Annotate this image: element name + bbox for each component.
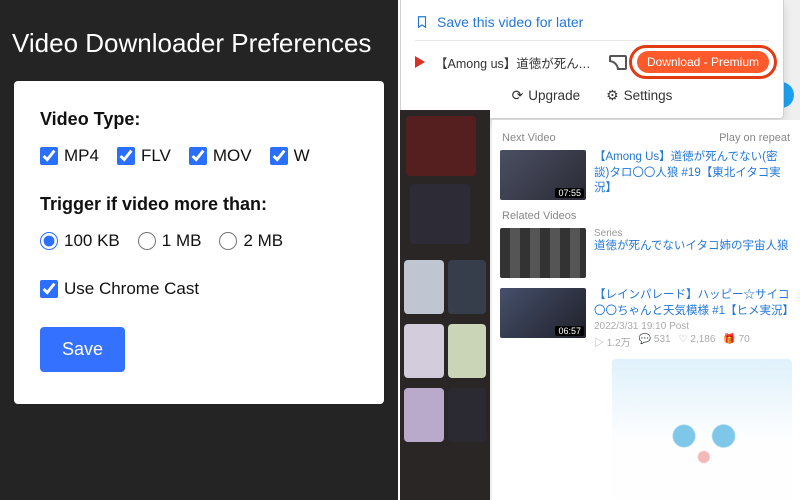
type-mp4[interactable]: MP4 <box>40 146 99 166</box>
video-item-title: 道徳が死んでないイタコ姉の宇宙人狼 <box>594 239 788 255</box>
video-player-area <box>400 110 490 500</box>
type-w-label: W <box>294 146 310 166</box>
extension-popup: Save this video for later 【Among us】道徳が死… <box>400 0 784 119</box>
download-premium-label: Download - Premium <box>647 55 759 69</box>
type-mp4-label: MP4 <box>64 146 99 166</box>
detected-video-row: 【Among us】道徳が死んで… Download - Premium <box>415 40 769 73</box>
preferences-card: Video Type: MP4 FLV MOV W Trigger if vid… <box>14 81 384 404</box>
gear-icon: ⚙ <box>606 87 619 104</box>
popup-footer: ⟳ Upgrade ⚙ Settings <box>415 73 769 104</box>
use-chromecast-label: Use Chrome Cast <box>64 279 199 299</box>
detected-video-title: 【Among us】道徳が死んで… <box>435 53 599 72</box>
play-on-repeat-toggle[interactable]: Play on repeat <box>719 132 790 144</box>
upgrade-link[interactable]: ⟳ Upgrade <box>512 87 581 104</box>
large-thumbnail[interactable] <box>612 359 792 499</box>
size-2mb-radio[interactable] <box>219 232 237 250</box>
save-for-later-label: Save this video for later <box>437 14 583 30</box>
use-chromecast-checkbox[interactable] <box>40 280 58 298</box>
size-100kb-radio[interactable] <box>40 232 58 250</box>
trigger-label: Trigger if video more than: <box>40 194 358 215</box>
type-mov[interactable]: MOV <box>189 146 252 166</box>
related-videos-label: Related Videos <box>502 210 790 222</box>
type-flv-checkbox[interactable] <box>117 147 135 165</box>
preferences-panel: Video Downloader Preferences Video Type:… <box>0 0 398 500</box>
settings-label: Settings <box>624 88 673 103</box>
type-mp4-checkbox[interactable] <box>40 147 58 165</box>
video-thumbnail <box>500 228 586 278</box>
video-item[interactable]: Series 道徳が死んでないイタコ姉の宇宙人狼 <box>500 228 792 278</box>
size-100kb[interactable]: 100 KB <box>40 231 120 251</box>
video-item-title: 【レインパレード】ハッピー☆サイコ〇〇ちゃんと天気模様 #1【ヒメ実況】 <box>594 288 792 319</box>
video-date: 2022/3/31 19:10 Post <box>594 321 792 332</box>
type-mov-checkbox[interactable] <box>189 147 207 165</box>
use-chromecast[interactable]: Use Chrome Cast <box>40 279 199 299</box>
next-video-label: Next Video <box>502 132 556 144</box>
video-type-label: Video Type: <box>40 109 358 130</box>
type-mov-label: MOV <box>213 146 252 166</box>
bookmark-icon <box>415 15 429 29</box>
type-w[interactable]: W <box>270 146 310 166</box>
page-title: Video Downloader Preferences <box>0 0 398 81</box>
video-item-title: 【Among Us】道徳が死んでない(密談)タロ〇〇人狼 #19【東北イタコ実況… <box>594 150 792 197</box>
video-item[interactable]: 07:55 【Among Us】道徳が死んでない(密談)タロ〇〇人狼 #19【東… <box>500 150 792 200</box>
browser-preview: Save this video for later 【Among us】道徳が死… <box>398 0 800 500</box>
video-thumbnail: 06:57 <box>500 288 586 338</box>
series-label: Series <box>594 228 788 239</box>
size-2mb[interactable]: 2 MB <box>219 231 283 251</box>
video-stats: ▷ 1.2万 💬 531 ♡ 2,186 🎁 70 <box>594 334 792 349</box>
video-duration: 07:55 <box>555 188 584 198</box>
size-2mb-label: 2 MB <box>243 231 283 251</box>
type-flv-label: FLV <box>141 146 171 166</box>
size-1mb[interactable]: 1 MB <box>138 231 202 251</box>
cast-icon[interactable] <box>609 55 627 70</box>
download-premium-button[interactable]: Download - Premium <box>637 51 769 73</box>
video-type-row: MP4 FLV MOV W <box>40 146 358 166</box>
size-100kb-label: 100 KB <box>64 231 120 251</box>
cast-row: Use Chrome Cast <box>40 279 358 299</box>
type-flv[interactable]: FLV <box>117 146 171 166</box>
size-1mb-radio[interactable] <box>138 232 156 250</box>
video-thumbnail: 07:55 <box>500 150 586 200</box>
next-video-header: Next Video Play on repeat <box>502 132 790 144</box>
save-for-later-link[interactable]: Save this video for later <box>415 10 769 40</box>
play-icon <box>415 56 425 68</box>
upgrade-icon: ⟳ <box>512 87 524 104</box>
video-duration: 06:57 <box>555 326 584 336</box>
type-w-checkbox[interactable] <box>270 147 288 165</box>
save-button[interactable]: Save <box>40 327 125 372</box>
upgrade-label: Upgrade <box>528 88 580 103</box>
video-list-area: Next Video Play on repeat 07:55 【Among U… <box>492 120 800 500</box>
trigger-row: 100 KB 1 MB 2 MB <box>40 231 358 251</box>
settings-link[interactable]: ⚙ Settings <box>606 87 672 104</box>
size-1mb-label: 1 MB <box>162 231 202 251</box>
video-item[interactable]: 06:57 【レインパレード】ハッピー☆サイコ〇〇ちゃんと天気模様 #1【ヒメ実… <box>500 288 792 349</box>
